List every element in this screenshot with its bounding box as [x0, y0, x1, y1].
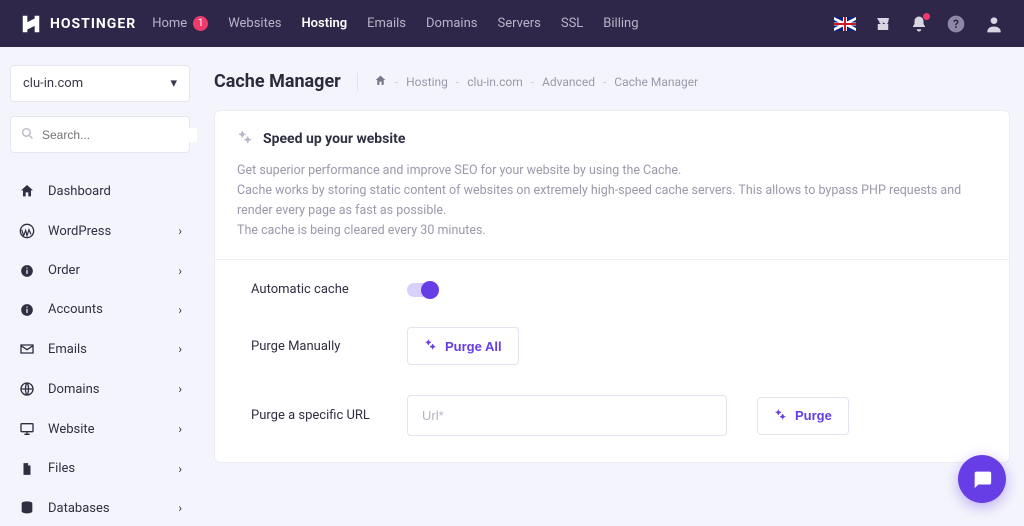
nav-servers[interactable]: Servers [497, 16, 540, 31]
gears-icon [424, 338, 437, 354]
auto-cache-toggle[interactable] [407, 283, 437, 297]
purge-url-input[interactable] [407, 395, 727, 436]
sidebar-item-files[interactable]: Files › [10, 451, 190, 486]
chevron-right-icon: › [178, 462, 182, 476]
language-flag-icon[interactable] [834, 17, 856, 31]
profile-icon[interactable] [984, 14, 1004, 34]
chevron-right-icon: › [178, 264, 182, 278]
store-icon[interactable] [874, 15, 892, 33]
site-selector-value: clu-in.com [23, 76, 83, 91]
chat-fab[interactable] [958, 455, 1006, 503]
home-icon [18, 183, 36, 199]
nav-domains[interactable]: Domains [426, 16, 477, 31]
sidebar-item-wordpress[interactable]: WordPress › [10, 213, 190, 249]
card-description: Get superior performance and improve SEO… [215, 161, 1009, 259]
toggle-knob [421, 281, 439, 299]
notifications-icon[interactable] [910, 15, 928, 33]
hostinger-logo-icon [20, 13, 42, 35]
sidebar-item-label: Domains [48, 382, 99, 397]
main-nav: Home 1 Websites Hosting Emails Domains S… [152, 16, 638, 31]
help-icon[interactable]: ? [946, 14, 966, 34]
page-header: Cache Manager - Hosting - clu-in.com - A… [214, 71, 1010, 92]
chevron-down-icon: ▾ [170, 76, 177, 91]
search-icon [21, 125, 34, 144]
nav-home[interactable]: Home 1 [152, 16, 208, 31]
file-icon [18, 462, 36, 476]
sidebar-item-label: Dashboard [48, 184, 111, 199]
topbar-right: ? [834, 14, 1004, 34]
brand-name: HOSTINGER [50, 16, 136, 32]
nav-home-badge: 1 [193, 16, 208, 31]
content-shell: clu-in.com ▾ Dashboard WordPress › Order… [0, 47, 1024, 521]
mail-icon [18, 341, 36, 357]
nav-billing[interactable]: Billing [603, 16, 638, 31]
purge-url-label: Purge a specific URL [251, 408, 377, 423]
sidebar-item-domains[interactable]: Domains › [10, 371, 190, 407]
page-title: Cache Manager [214, 71, 341, 92]
globe-icon [18, 381, 36, 397]
sidebar-item-label: Website [48, 422, 95, 437]
top-bar: HOSTINGER Home 1 Websites Hosting Emails… [0, 0, 1024, 47]
notification-dot [923, 13, 930, 20]
chevron-right-icon: › [178, 342, 182, 356]
row-auto-cache: Automatic cache [251, 282, 987, 297]
purge-all-label: Purge All [445, 339, 502, 354]
database-icon [18, 500, 36, 516]
sidebar-item-label: Emails [48, 342, 87, 357]
brand-logo[interactable]: HOSTINGER [20, 13, 136, 35]
nav-emails[interactable]: Emails [367, 16, 406, 31]
breadcrumb: - Hosting - clu-in.com - Advanced - Cach… [374, 74, 698, 90]
sidebar-item-label: Databases [48, 501, 110, 516]
chevron-right-icon: › [178, 422, 182, 436]
purge-manual-label: Purge Manually [251, 339, 377, 354]
cache-form: Automatic cache Purge Manually Purge All… [215, 260, 1009, 462]
info-icon [18, 264, 36, 278]
site-selector[interactable]: clu-in.com ▾ [10, 65, 190, 102]
divider [357, 73, 358, 91]
card-title: Speed up your website [263, 131, 405, 147]
breadcrumb-item[interactable]: Hosting [406, 75, 448, 89]
breadcrumb-item: Cache Manager [614, 75, 698, 89]
card-header: Speed up your website [215, 111, 1009, 161]
sidebar-item-dashboard[interactable]: Dashboard [10, 173, 190, 209]
breadcrumb-home-icon[interactable] [374, 74, 387, 90]
chevron-right-icon: › [178, 382, 182, 396]
chevron-right-icon: › [178, 303, 182, 317]
row-purge-manual: Purge Manually Purge All [251, 327, 987, 365]
monitor-icon [18, 421, 36, 437]
sidebar-menu: Dashboard WordPress › Order › Accounts ›… [10, 173, 190, 526]
sidebar-item-website[interactable]: Website › [10, 411, 190, 447]
nav-websites[interactable]: Websites [228, 16, 281, 31]
sidebar-item-label: WordPress [48, 224, 111, 239]
breadcrumb-item[interactable]: clu-in.com [467, 75, 523, 89]
chat-icon [971, 468, 993, 490]
sidebar-item-label: Accounts [48, 302, 103, 317]
info-icon [18, 303, 36, 317]
chevron-right-icon: › [178, 224, 182, 238]
sidebar-item-accounts[interactable]: Accounts › [10, 292, 190, 327]
main-content: Cache Manager - Hosting - clu-in.com - A… [200, 47, 1024, 521]
sidebar-item-label: Order [48, 263, 80, 278]
cache-card: Speed up your website Get superior perfo… [214, 110, 1010, 463]
nav-home-label: Home [152, 16, 187, 31]
purge-button[interactable]: Purge [757, 397, 849, 435]
purge-label: Purge [795, 408, 832, 423]
row-purge-url: Purge a specific URL Purge [251, 395, 987, 436]
sidebar-search[interactable] [10, 116, 190, 153]
wordpress-icon [18, 223, 36, 239]
sidebar-item-order[interactable]: Order › [10, 253, 190, 288]
sidebar-item-label: Files [48, 461, 75, 476]
auto-cache-label: Automatic cache [251, 282, 377, 297]
purge-all-button[interactable]: Purge All [407, 327, 519, 365]
chevron-right-icon: › [178, 501, 182, 515]
sidebar-item-emails[interactable]: Emails › [10, 331, 190, 367]
sidebar: clu-in.com ▾ Dashboard WordPress › Order… [0, 47, 200, 521]
search-input[interactable] [42, 128, 197, 142]
gears-icon [774, 408, 787, 424]
nav-ssl[interactable]: SSL [561, 16, 583, 31]
breadcrumb-item[interactable]: Advanced [542, 75, 595, 89]
gears-icon [237, 129, 253, 149]
svg-text:?: ? [953, 17, 959, 31]
nav-hosting[interactable]: Hosting [301, 16, 347, 31]
